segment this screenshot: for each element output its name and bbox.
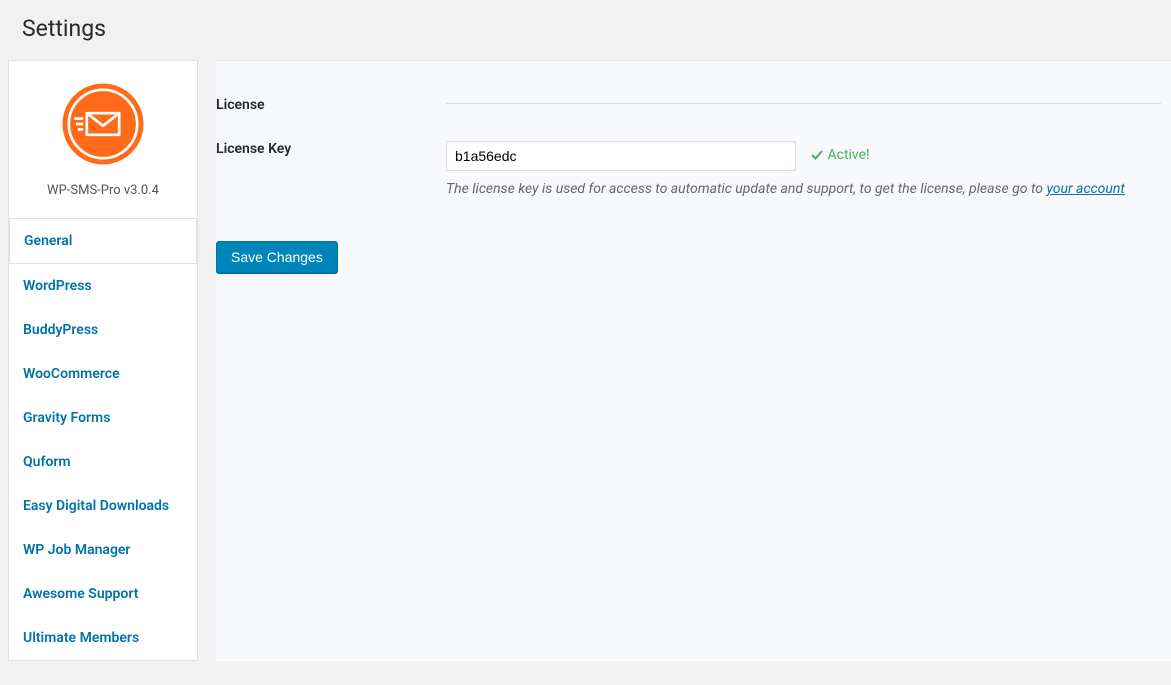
- nav-item-quform: Quform: [9, 440, 197, 484]
- nav-item-wordpress: WordPress: [9, 264, 197, 308]
- nav-link-wp-job-manager[interactable]: WP Job Manager: [9, 528, 197, 572]
- sidebar: WP-SMS-Pro v3.0.4 General WordPress Budd…: [8, 60, 198, 661]
- nav-item-woocommerce: WooCommerce: [9, 352, 197, 396]
- nav-link-woocommerce[interactable]: WooCommerce: [9, 352, 197, 396]
- nav-link-awesome-support[interactable]: Awesome Support: [9, 572, 197, 616]
- settings-panel: License License Key Active! The license …: [216, 60, 1171, 661]
- section-row-license: License: [216, 83, 1171, 127]
- nav-link-general[interactable]: General: [10, 219, 196, 263]
- product-card: WP-SMS-Pro v3.0.4: [8, 60, 198, 219]
- section-title-license: License: [216, 83, 446, 127]
- nav-item-gravity-forms: Gravity Forms: [9, 396, 197, 440]
- nav-item-ultimate-members: Ultimate Members: [9, 616, 197, 660]
- page-header: Settings: [0, 0, 1171, 60]
- nav-link-gravity-forms[interactable]: Gravity Forms: [9, 396, 197, 440]
- nav-link-buddypress[interactable]: BuddyPress: [9, 308, 197, 352]
- nav-link-wordpress[interactable]: WordPress: [9, 264, 197, 308]
- your-account-link[interactable]: your account: [1046, 181, 1124, 197]
- product-name: WP-SMS-Pro v3.0.4: [19, 183, 187, 198]
- save-changes-button[interactable]: Save Changes: [216, 241, 338, 273]
- nav-link-ultimate-members[interactable]: Ultimate Members: [9, 616, 197, 660]
- nav-item-wp-job-manager: WP Job Manager: [9, 528, 197, 572]
- nav-item-buddypress: BuddyPress: [9, 308, 197, 352]
- nav-item-awesome-support: Awesome Support: [9, 572, 197, 616]
- license-key-input[interactable]: [446, 141, 796, 171]
- license-help-text: The license key is used for access to au…: [446, 181, 1161, 197]
- nav-link-edd[interactable]: Easy Digital Downloads: [9, 484, 197, 528]
- settings-nav: General WordPress BuddyPress WooCommerce…: [8, 219, 198, 661]
- settings-form-table: License License Key Active! The license …: [216, 83, 1171, 211]
- section-divider: [446, 103, 1161, 104]
- nav-item-general: General: [9, 219, 197, 264]
- license-status-badge: Active!: [811, 147, 869, 163]
- license-status-text: Active!: [827, 147, 869, 163]
- page-title: Settings: [22, 15, 1151, 42]
- row-license-key: License Key Active! The license key is u…: [216, 127, 1171, 211]
- license-key-label: License Key: [216, 127, 446, 211]
- check-icon: [811, 149, 823, 161]
- nav-item-edd: Easy Digital Downloads: [9, 484, 197, 528]
- content-wrap: WP-SMS-Pro v3.0.4 General WordPress Budd…: [0, 60, 1171, 681]
- nav-link-quform[interactable]: Quform: [9, 440, 197, 484]
- product-logo-icon: [58, 79, 148, 169]
